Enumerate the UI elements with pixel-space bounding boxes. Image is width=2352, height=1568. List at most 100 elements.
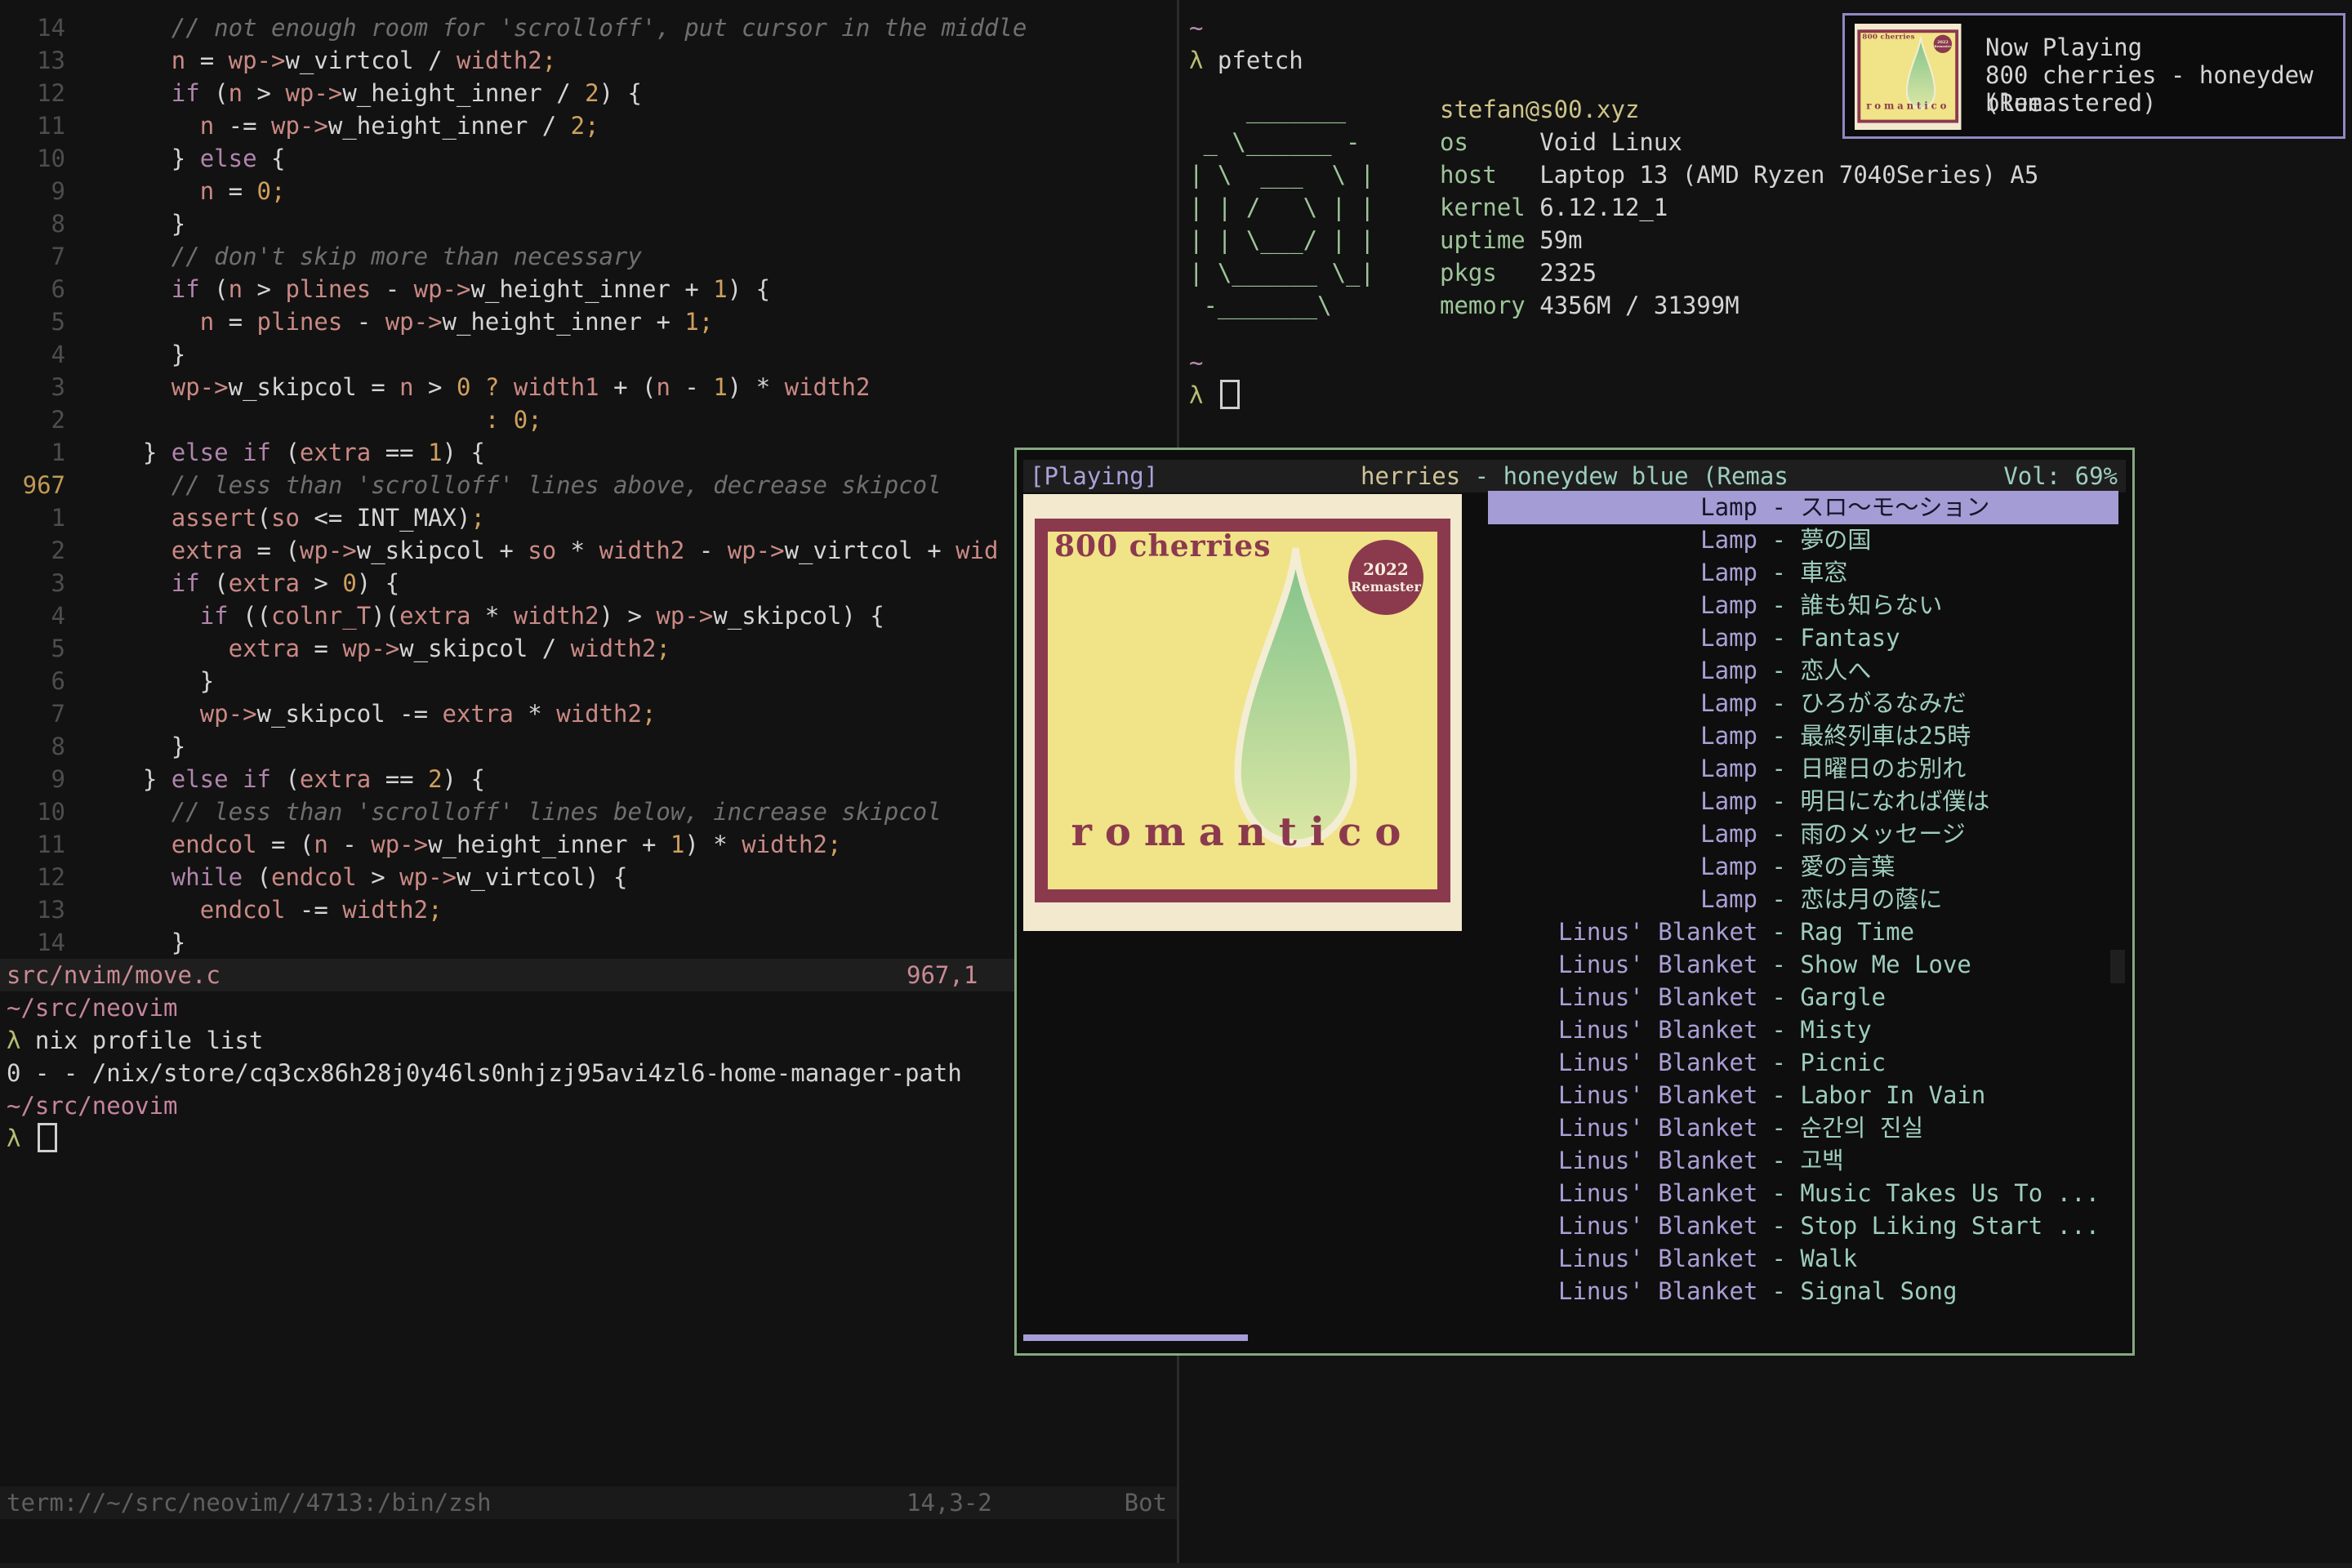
playlist-title: - Signal Song (1757, 1275, 1957, 1307)
terminal-cursor (38, 1123, 57, 1152)
playlist-row[interactable]: Lamp - 雨のメッセージ (1017, 817, 2132, 850)
code-text: n -= wp->w_height_inner / 2; (86, 109, 599, 142)
playlist-row[interactable]: Linus' Blanket - Show Me Love (1017, 948, 2132, 981)
playlist-title: - 고백 (1757, 1144, 1844, 1177)
playlist-artist: Linus' Blanket (1558, 1013, 1757, 1046)
music-player-window[interactable]: [Playing] herries - honeydew blue (Remas… (1014, 448, 2135, 1356)
playlist-row[interactable]: Lamp - 愛の言葉 (1017, 850, 2132, 883)
code-text: } (86, 926, 185, 959)
playlist-title: - Picnic (1757, 1046, 1886, 1079)
now-playing-notification[interactable]: 800 cherries2022Remasterromantico Now Pl… (1842, 13, 2345, 139)
code-text: if ((colnr_T)(extra * width2) > wp->w_sk… (86, 599, 884, 632)
code-line: 3 if (extra > 0) { (0, 567, 1027, 599)
pfetch-row: host Laptop 13 (AMD Ryzen 7040Series) A5 (1440, 158, 2038, 191)
code-text: // less than 'scrolloff' lines above, de… (86, 469, 942, 501)
playlist-row[interactable]: Linus' Blanket - Labor In Vain (1017, 1079, 2132, 1111)
term-buffer-title: term://~/src/neovim//4713:/bin/zsh (7, 1486, 492, 1519)
code-line: 8 } (0, 207, 1027, 240)
code-text: // don't skip more than necessary (86, 240, 642, 273)
line-number: 5 (0, 632, 65, 665)
notification-title: Now Playing (1985, 33, 2142, 61)
playlist-title: - Fantasy (1757, 621, 1900, 654)
playlist-scrollbar[interactable] (2110, 950, 2125, 983)
playlist-row[interactable]: Lamp - 明日になれば僕は (1017, 785, 2132, 817)
playlist-title: - スロ〜モ〜ション (1757, 491, 1989, 523)
playlist-row[interactable]: Linus' Blanket - Stop Liking Start ... (1017, 1209, 2132, 1242)
code-text: wp->w_skipcol -= extra * width2; (86, 697, 656, 730)
line-number: 4 (0, 338, 65, 371)
code-line: 967 // less than 'scrolloff' lines above… (0, 469, 1027, 501)
code-text: if (extra > 0) { (86, 567, 399, 599)
playlist-row[interactable]: Linus' Blanket - 고백 (1017, 1144, 2132, 1177)
album-cover: 800 cherries2022Remasterromantico (1855, 24, 1961, 130)
playlist-artist: Lamp (1558, 621, 1757, 654)
code-line: 2 : 0; (0, 403, 1027, 436)
code-line: 13 n = wp->w_virtcol / width2; (0, 44, 1027, 77)
playlist-artist: Linus' Blanket (1558, 1177, 1757, 1209)
playlist-row[interactable]: Linus' Blanket - Misty (1017, 1013, 2132, 1046)
playlist-title: - 日曜日のお別れ (1757, 752, 1966, 785)
playlist-row[interactable]: Lamp - 夢の国 (1017, 523, 2132, 556)
remaster-badge: 2022Remaster (1934, 35, 1952, 53)
playlist-title: - 恋は月の蔭に (1757, 883, 1942, 915)
code-line: 4 } (0, 338, 1027, 371)
statusline-ruler: 967,1 (906, 959, 978, 991)
playlist-row[interactable]: Lamp - ひろがるなみだ (1017, 687, 2132, 719)
playlist-row[interactable]: Lamp - 誰も知らない (1017, 589, 2132, 621)
playlist-row[interactable]: Lamp - 恋は月の蔭に (1017, 883, 2132, 915)
playlist-title: - 순간의 진실 (1757, 1111, 1923, 1144)
line-number: 8 (0, 730, 65, 763)
playlist-row[interactable]: Lamp - 車窓 (1017, 556, 2132, 589)
pfetch-row: memory 4356M / 31399M (1440, 289, 2038, 322)
playlist-row[interactable]: Linus' Blanket - Rag Time (1017, 915, 2132, 948)
shell-line: ~/src/neovim (7, 991, 962, 1024)
playlist-artist: Lamp (1558, 491, 1757, 523)
playlist-row[interactable]: Linus' Blanket - Picnic (1017, 1046, 2132, 1079)
playlist-title: - Stop Liking Start ... (1757, 1209, 2100, 1242)
line-number: 7 (0, 697, 65, 730)
playlist-row[interactable]: Lamp - 恋人へ (1017, 654, 2132, 687)
playlist-artist: Lamp (1558, 785, 1757, 817)
playlist-row[interactable]: Linus' Blanket - Music Takes Us To ... (1017, 1177, 2132, 1209)
playlist-artist: Linus' Blanket (1558, 1209, 1757, 1242)
code-line: 6 if (n > plines - wp->w_height_inner + … (0, 273, 1027, 305)
playlist-title: - Gargle (1757, 981, 1886, 1013)
code-buffer: 14 // not enough room for 'scrolloff', p… (0, 11, 1027, 959)
playlist-title: - 明日になれば僕は (1757, 785, 1989, 817)
playlist-title: - 愛の言葉 (1757, 850, 1895, 883)
code-line: 6 } (0, 665, 1027, 697)
playlist-row[interactable]: Lamp - スロ〜モ〜ション (1017, 491, 2132, 523)
playlist-title: - 夢の国 (1757, 523, 1871, 556)
line-number: 3 (0, 567, 65, 599)
playlist-row[interactable]: Lamp - 日曜日のお別れ (1017, 752, 2132, 785)
code-line: 10 } else { (0, 142, 1027, 175)
code-line: 1 assert(so <= INT_MAX); (0, 501, 1027, 534)
playlist-row[interactable]: Lamp - Fantasy (1017, 621, 2132, 654)
line-number: 13 (0, 44, 65, 77)
line-number: 5 (0, 305, 65, 338)
code-line: 7 // don't skip more than necessary (0, 240, 1027, 273)
line-number: 10 (0, 795, 65, 828)
playlist-row[interactable]: Linus' Blanket - 순간의 진실 (1017, 1111, 2132, 1144)
code-text: } (86, 665, 214, 697)
shell-line: λ nix profile list (7, 1024, 962, 1057)
shell-line: 0 - - /nix/store/cq3cx86h28j0y46ls0nhjzj… (7, 1057, 962, 1089)
nvim-terminal-pane[interactable]: 14 // not enough room for 'scrolloff', p… (0, 0, 1177, 1568)
line-number: 967 (0, 469, 65, 501)
code-line: 7 wp->w_skipcol -= extra * width2; (0, 697, 1027, 730)
playlist-title: - Rag Time (1757, 915, 1914, 948)
line-number: 7 (0, 240, 65, 273)
line-number: 4 (0, 599, 65, 632)
playlist-title: - ひろがるなみだ (1757, 687, 1966, 719)
code-line: 13 endcol -= width2; (0, 893, 1027, 926)
playlist-row[interactable]: Linus' Blanket - Gargle (1017, 981, 2132, 1013)
void-linux-ascii-logo: _______ _ \______ - | \ ___ \ | | | / \ … (1189, 93, 1374, 322)
playlist-row[interactable]: Linus' Blanket - Signal Song (1017, 1275, 2132, 1307)
desktop: { "colors": { "accent_green": "#83a97f",… (0, 0, 2352, 1568)
progress-bar[interactable] (1023, 1334, 1248, 1341)
playlist-row[interactable]: Linus' Blanket - Walk (1017, 1242, 2132, 1275)
code-text: n = wp->w_virtcol / width2; (86, 44, 556, 77)
playlist-row[interactable]: Lamp - 最終列車は25時 (1017, 719, 2132, 752)
playlist-artist: Lamp (1558, 752, 1757, 785)
code-line: 12 while (endcol > wp->w_virtcol) { (0, 861, 1027, 893)
